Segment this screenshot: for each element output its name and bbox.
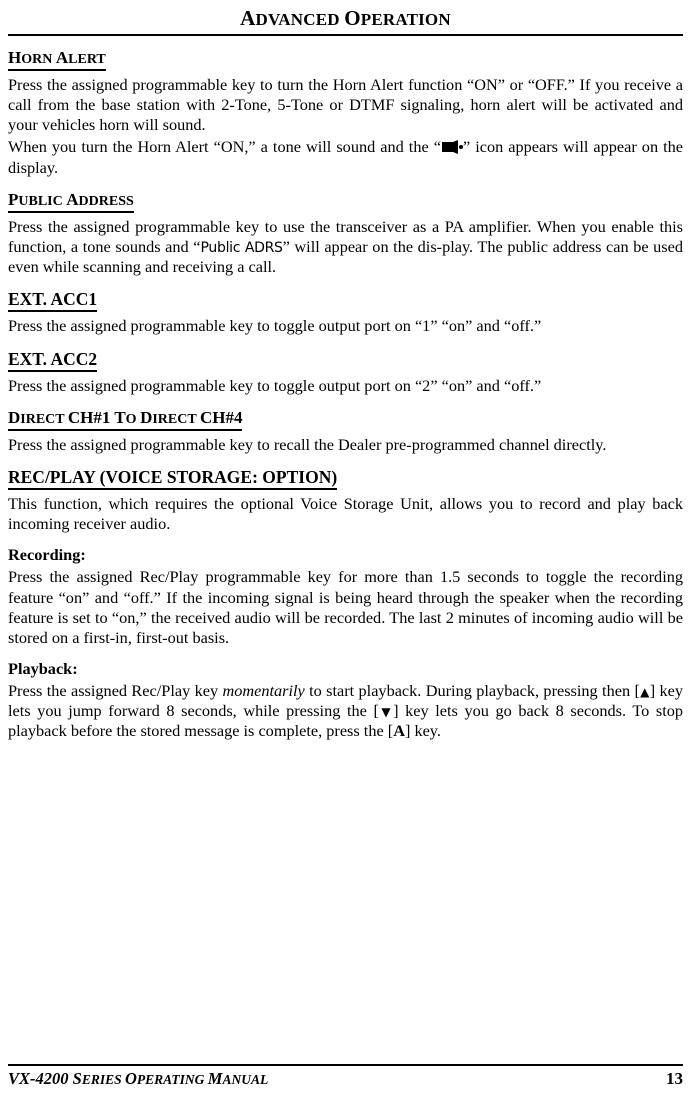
- heading-rec-play-main: REC/PLAY (: [8, 467, 106, 488]
- paragraph-horn-alert-1: Press the assigned programmable key to t…: [8, 75, 683, 135]
- heading-rec-play-sc3: PTION: [275, 467, 332, 488]
- section-horn-alert: HORN ALERT Press the assigned programmab…: [8, 48, 683, 178]
- heading-horn-alert-cap2: A: [55, 48, 69, 67]
- heading-public-address-sc2: DDRESS: [78, 193, 134, 209]
- paragraph-ext-acc2: Press the assigned programmable key to t…: [8, 375, 542, 395]
- heading-rec-play-cap: V: [105, 467, 118, 488]
- heading-horn-alert-cap: H: [8, 48, 22, 67]
- paragraph-horn-alert-2: When you turn the Horn Alert “ON,” a ton…: [8, 137, 683, 177]
- footer-manual-b: ERIES: [81, 1072, 125, 1087]
- lcd-display-text: Public ADRS: [200, 239, 283, 256]
- page-title: ADVANCED OPERATION: [8, 6, 683, 34]
- heading-rec-play: REC/PLAY (VOICE STORAGE: OPTION): [8, 467, 338, 491]
- heading-public-address-cap: P: [8, 189, 19, 209]
- paragraph-direct-ch: Press the assigned programmable key to r…: [8, 434, 607, 454]
- footer-manual-c: O: [124, 1069, 137, 1088]
- heading-direct-ch-sc3: IRECT: [152, 411, 200, 427]
- paragraph-public-address: Press the assigned programmable key to u…: [8, 217, 683, 278]
- heading-rec-play-sc2: TORAGE:: [176, 467, 263, 488]
- down-arrow-key-icon: ▼: [378, 705, 394, 720]
- heading-public-address-cap2: A: [66, 189, 79, 209]
- page-title-c: O: [344, 6, 361, 30]
- footer-manual-a: VX-4200 S: [8, 1069, 82, 1088]
- paragraph-playback: Press the assigned Rec/Play key momentar…: [8, 681, 683, 741]
- header-divider: [8, 34, 683, 36]
- heading-rec-play-cap2: S: [166, 467, 177, 488]
- page-title-b: DVANCED: [255, 10, 345, 29]
- footer-manual-e: M: [207, 1069, 223, 1088]
- heading-direct-ch-cap2: T: [114, 407, 126, 427]
- heading-public-address-sc: UBLIC: [18, 193, 67, 209]
- page-number: 13: [666, 1069, 683, 1088]
- section-direct-ch: DIRECT CH#1 TO DIRECT CH#4 Press the ass…: [8, 408, 683, 455]
- up-arrow-key-icon: ▲: [639, 684, 650, 699]
- heading-direct-ch-cap: D: [8, 407, 21, 427]
- heading-ext-acc2: EXT. ACC2: [8, 349, 98, 372]
- section-public-address: PUBLIC ADDRESS Press the assigned progra…: [8, 190, 683, 278]
- paragraph-playback-e: ] key.: [404, 721, 441, 741]
- paragraph-playback-a: Press the assigned Rec/Play key: [8, 680, 223, 700]
- heading-direct-ch-end: CH#4: [199, 407, 243, 427]
- paragraph-playback-italic: momentarily: [222, 680, 305, 700]
- page-footer: VX-4200 SERIES OPERATING MANUAL 13: [8, 1064, 683, 1089]
- heading-direct-ch: DIRECT CH#1 TO DIRECT CH#4: [8, 407, 243, 431]
- page-title-d: PERATION: [360, 10, 451, 29]
- footer-manual-title: VX-4200 SERIES OPERATING MANUAL: [8, 1069, 268, 1089]
- subheading-recording: Recording:: [8, 545, 86, 565]
- footer-manual-f: ANUAL: [222, 1072, 269, 1087]
- paragraph-rec-play: This function, which requires the option…: [8, 494, 683, 534]
- heading-horn-alert-sc2: LERT: [68, 52, 106, 67]
- heading-direct-ch-sc2: O: [125, 411, 141, 427]
- section-rec-play: REC/PLAY (VOICE STORAGE: OPTION) This fu…: [8, 467, 683, 741]
- heading-rec-play-cap3: O: [262, 467, 276, 488]
- heading-direct-ch-cap3: D: [140, 407, 153, 427]
- heading-direct-ch-mid: CH#1: [67, 407, 115, 427]
- heading-ext-acc1: EXT. ACC1: [8, 289, 98, 313]
- heading-rec-play-sc: OICE: [117, 467, 167, 488]
- heading-public-address: PUBLIC ADDRESS: [8, 190, 134, 213]
- footer-divider: [8, 1064, 683, 1066]
- heading-horn-alert: HORN ALERT: [8, 48, 106, 72]
- footer-manual-d: PERATING: [136, 1072, 208, 1087]
- heading-horn-alert-sc: ORN: [21, 52, 56, 67]
- section-ext-acc1: EXT. ACC1 Press the assigned programmabl…: [8, 289, 683, 336]
- paragraph-ext-acc1: Press the assigned programmable key to t…: [8, 316, 542, 336]
- heading-direct-ch-sc: IRECT: [20, 411, 68, 427]
- section-ext-acc2: EXT. ACC2 Press the assigned programmabl…: [8, 349, 683, 396]
- subheading-playback: Playback:: [8, 658, 78, 678]
- paragraph-recording: Press the assigned Rec/Play programmable…: [8, 567, 683, 647]
- document-page: ADVANCED OPERATION HORN ALERT Press the …: [0, 0, 691, 1097]
- horn-alert-icon: [441, 139, 463, 155]
- paragraph-horn-alert-2a: When you turn the Horn Alert “ON,” a ton…: [8, 137, 441, 157]
- a-key-label: A: [393, 721, 405, 741]
- heading-rec-play-end: ): [331, 467, 338, 488]
- page-title-a: A: [240, 6, 256, 30]
- paragraph-playback-b: to start playback. During playback, pres…: [304, 680, 640, 700]
